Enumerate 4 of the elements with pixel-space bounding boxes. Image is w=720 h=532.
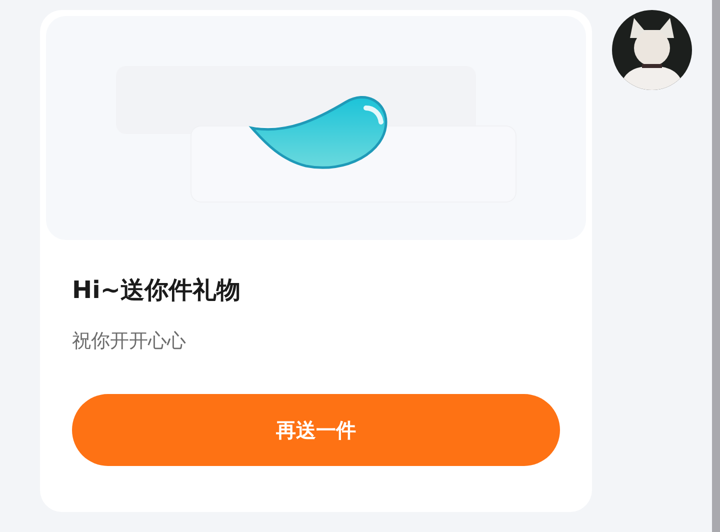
gift-message: 祝你开开心心: [72, 329, 187, 354]
gift-title: Hi~送你件礼物: [72, 275, 242, 306]
send-again-button[interactable]: 再送一件: [72, 394, 560, 466]
scrollbar[interactable]: [712, 0, 720, 532]
